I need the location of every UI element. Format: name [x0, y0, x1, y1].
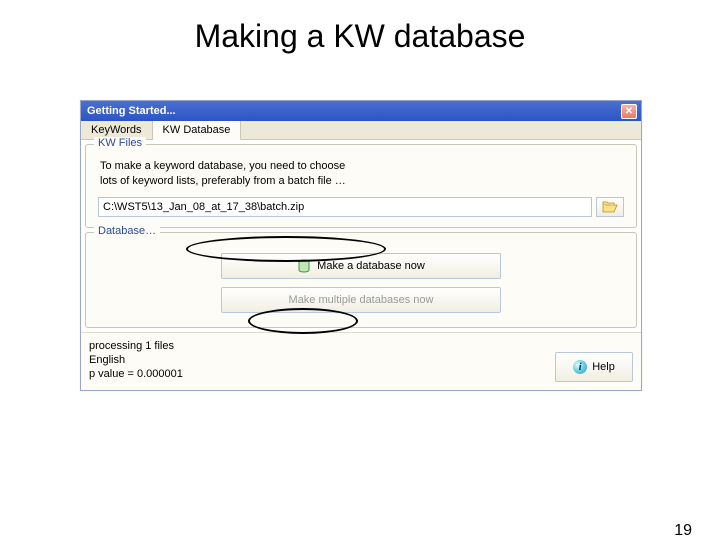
database-group: Database… Make a database now Make multi…: [85, 232, 637, 328]
kw-files-group: KW Files To make a keyword database, you…: [85, 144, 637, 228]
page-number: 19: [674, 522, 692, 540]
close-icon: ✕: [625, 106, 633, 117]
help-label: Help: [592, 361, 615, 373]
database-legend: Database…: [94, 225, 160, 237]
make-multiple-button[interactable]: Make multiple databases now: [221, 287, 501, 313]
getting-started-window: Getting Started... ✕ KeyWords KW Databas…: [80, 100, 642, 391]
close-button[interactable]: ✕: [621, 104, 637, 119]
slide-title: Making a KW database: [0, 18, 720, 55]
titlebar: Getting Started... ✕: [81, 101, 641, 121]
make-multiple-label: Make multiple databases now: [289, 294, 434, 306]
batch-path-input[interactable]: [98, 197, 592, 217]
tab-strip: KeyWords KW Database: [81, 121, 641, 140]
help-button[interactable]: i Help: [555, 352, 633, 382]
folder-open-icon: [602, 201, 618, 213]
status-line-1: processing 1 files: [89, 339, 183, 353]
tab-kw-database[interactable]: KW Database: [153, 121, 242, 140]
path-row: [98, 197, 624, 217]
make-database-label: Make a database now: [317, 260, 425, 272]
status-bar: processing 1 files English p value = 0.0…: [81, 332, 641, 390]
status-line-2: English: [89, 353, 183, 367]
kw-files-instructions: To make a keyword database, you need to …: [100, 159, 360, 189]
database-icon: [297, 259, 311, 273]
kw-files-legend: KW Files: [94, 137, 146, 149]
status-line-3: p value = 0.000001: [89, 367, 183, 381]
status-text: processing 1 files English p value = 0.0…: [89, 339, 183, 382]
window-title: Getting Started...: [87, 105, 176, 117]
info-icon: i: [573, 360, 587, 374]
make-database-button[interactable]: Make a database now: [221, 253, 501, 279]
browse-button[interactable]: [596, 197, 624, 217]
